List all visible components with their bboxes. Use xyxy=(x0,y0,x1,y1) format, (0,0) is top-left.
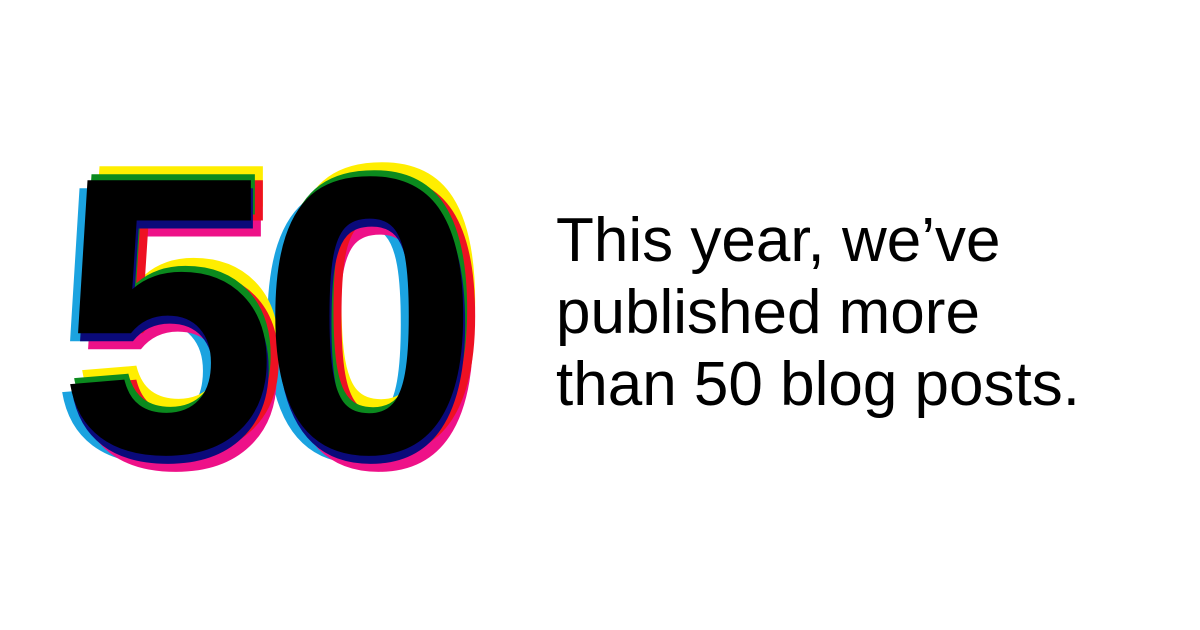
announcement-card: 50 50 50 50 50 50 50 This year, we’ve pu… xyxy=(0,0,1200,630)
big-number-50-graphic: 50 50 50 50 50 50 50 xyxy=(0,0,560,630)
message-line-2: published more xyxy=(556,278,980,347)
message-line-3: than 50 blog posts. xyxy=(556,350,1080,419)
announcement-message: This year, we’ve published more than 50 … xyxy=(556,205,1176,421)
number-layer-black: 50 xyxy=(58,94,479,536)
message-line-1: This year, we’ve xyxy=(556,206,1001,275)
